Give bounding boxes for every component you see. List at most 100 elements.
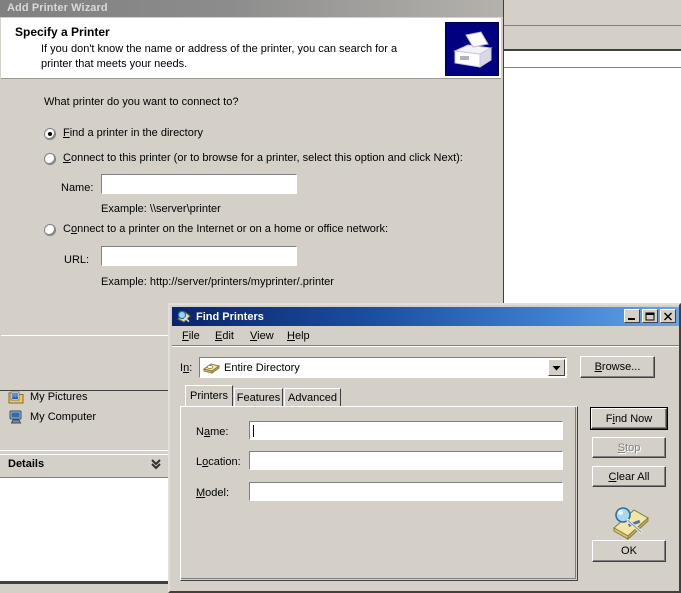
chevron-down-icon[interactable] — [548, 359, 565, 376]
model-input[interactable] — [249, 482, 563, 501]
tab-features-label: Features — [236, 391, 281, 404]
wizard-titlebar[interactable]: Add Printer Wizard — [0, 0, 503, 17]
page-title: Specify a Printer — [15, 25, 110, 39]
name-label-pre: N — [196, 426, 204, 438]
find-now-button[interactable]: Find Now — [590, 407, 668, 430]
tab-features[interactable]: Features — [234, 388, 283, 406]
list-item[interactable]: My Computer — [8, 408, 96, 426]
tab-printers[interactable]: Printers — [185, 385, 233, 406]
scope-combobox[interactable]: Entire Directory — [199, 357, 567, 378]
background-panel-top — [503, 0, 681, 26]
explorer-divider — [0, 450, 170, 451]
location-label-post: cation: — [208, 456, 241, 468]
chevron-double-down-icon[interactable] — [151, 457, 162, 474]
tab-advanced-label: Advanced — [288, 391, 337, 404]
location-field-label: Location: — [196, 456, 241, 468]
menu-help-rest: elp — [294, 330, 310, 342]
menu-view[interactable]: View — [246, 329, 278, 343]
name-input[interactable] — [249, 421, 563, 440]
find-printers-menubar: File Edit View Help — [172, 327, 679, 345]
radio-label: Connect to this printer (or to browse fo… — [63, 152, 463, 165]
stop-button[interactable]: Stop — [592, 437, 666, 458]
menu-edit[interactable]: Edit — [211, 329, 238, 343]
accel-char: B — [594, 361, 602, 373]
menu-file-rest: ile — [188, 330, 200, 342]
radio-label-rest: ind a printer in the directory — [69, 127, 204, 139]
text-caret — [253, 425, 254, 437]
directory-icon — [202, 360, 221, 375]
radio-indicator[interactable] — [44, 128, 56, 140]
radio-label-pre: C — [63, 223, 71, 235]
browse-button-label-rest: rowse... — [601, 361, 641, 373]
name-example-text: Example: \\server\printer — [101, 203, 221, 215]
radio-indicator[interactable] — [44, 224, 56, 236]
wizard-header: Specify a Printer If you don't know the … — [1, 18, 501, 79]
radio-option-connect-to-printer[interactable]: Connect to this printer (or to browse fo… — [44, 152, 484, 165]
menu-edit-rest: dit — [222, 330, 234, 342]
find-now-button-inner: Find Now — [591, 408, 667, 429]
menubar-separator — [172, 346, 679, 347]
wizard-body — [1, 79, 501, 334]
pictures-folder-icon — [8, 391, 24, 404]
explorer-bottom-edge — [0, 581, 176, 584]
computer-icon — [9, 410, 22, 424]
find-printers-title-text: Find Printers — [196, 310, 264, 323]
tab-advanced[interactable]: Advanced — [284, 388, 341, 406]
model-label-post: odel: — [205, 487, 230, 499]
radio-indicator[interactable] — [44, 153, 56, 165]
printer-url-input[interactable] — [101, 246, 297, 266]
name-field-label: Name: — [196, 426, 228, 438]
background-panel-white-strip — [503, 51, 681, 68]
radio-option-connect-internet-printer[interactable]: Connect to a printer on the Internet or … — [44, 223, 484, 236]
find-printers-icon — [176, 309, 192, 324]
menu-file[interactable]: File — [178, 329, 204, 343]
stop-button-label: Stop — [618, 442, 641, 454]
explorer-list-area — [0, 477, 170, 582]
radio-label-rest: nnect to a printer on the Internet or on… — [77, 223, 389, 235]
scope-value: Entire Directory — [224, 361, 300, 374]
tab-printers-label: Printers — [190, 390, 228, 402]
accel-char: H — [287, 330, 295, 342]
find-printers-titlebar[interactable]: Find Printers — [172, 307, 679, 326]
find-now-button-label: Find Now — [606, 413, 652, 425]
clear-all-post: lear All — [616, 470, 650, 483]
printer-name-input[interactable] — [101, 174, 297, 194]
location-input[interactable] — [249, 451, 563, 470]
radio-label: Find a printer in the directory — [63, 127, 203, 140]
accel-char: F — [63, 127, 70, 139]
background-panel-second — [503, 26, 681, 51]
accel-char: F — [182, 330, 189, 342]
accel-char: S — [617, 441, 626, 454]
radio-option-find-in-directory[interactable]: Find a printer in the directory — [44, 127, 203, 140]
name-label-post: me: — [210, 426, 229, 438]
close-button[interactable] — [660, 309, 676, 323]
list-item-label: My Computer — [30, 411, 97, 423]
clear-all-button[interactable]: Clear All — [592, 466, 666, 487]
details-bar[interactable]: Details — [0, 454, 170, 477]
list-item-label: My Pictures — [30, 391, 88, 403]
maximize-button[interactable] — [642, 309, 658, 323]
wizard-title-text: Add Printer Wizard — [7, 2, 108, 14]
window-buttons — [624, 309, 676, 323]
details-label: Details — [8, 458, 45, 470]
ok-button[interactable]: OK — [592, 540, 666, 562]
ok-button-label: OK — [621, 545, 637, 557]
url-field-label: URL: — [64, 254, 90, 266]
menu-view-rest: iew — [257, 330, 274, 342]
browse-button-label: Browse... — [595, 361, 641, 373]
magnifier-card-icon — [608, 502, 652, 543]
browse-button[interactable]: Browse... — [580, 356, 655, 378]
question-label: What printer do you want to connect to? — [44, 96, 239, 108]
printer-icon — [445, 22, 499, 76]
clear-all-button-label: Clear All — [609, 471, 650, 483]
scope-label-post: : — [189, 362, 193, 374]
url-example-text: Example: http://server/printers/myprinte… — [101, 276, 334, 288]
stop-post: top — [625, 441, 641, 454]
minimize-button[interactable] — [624, 309, 640, 323]
find-now-post: nd Now — [614, 412, 653, 425]
accel-char: C — [63, 152, 71, 164]
accel-char: M — [196, 487, 206, 499]
scope-label: In: — [180, 362, 192, 374]
menu-help[interactable]: Help — [283, 329, 314, 343]
radio-label: Connect to a printer on the Internet or … — [63, 223, 388, 236]
